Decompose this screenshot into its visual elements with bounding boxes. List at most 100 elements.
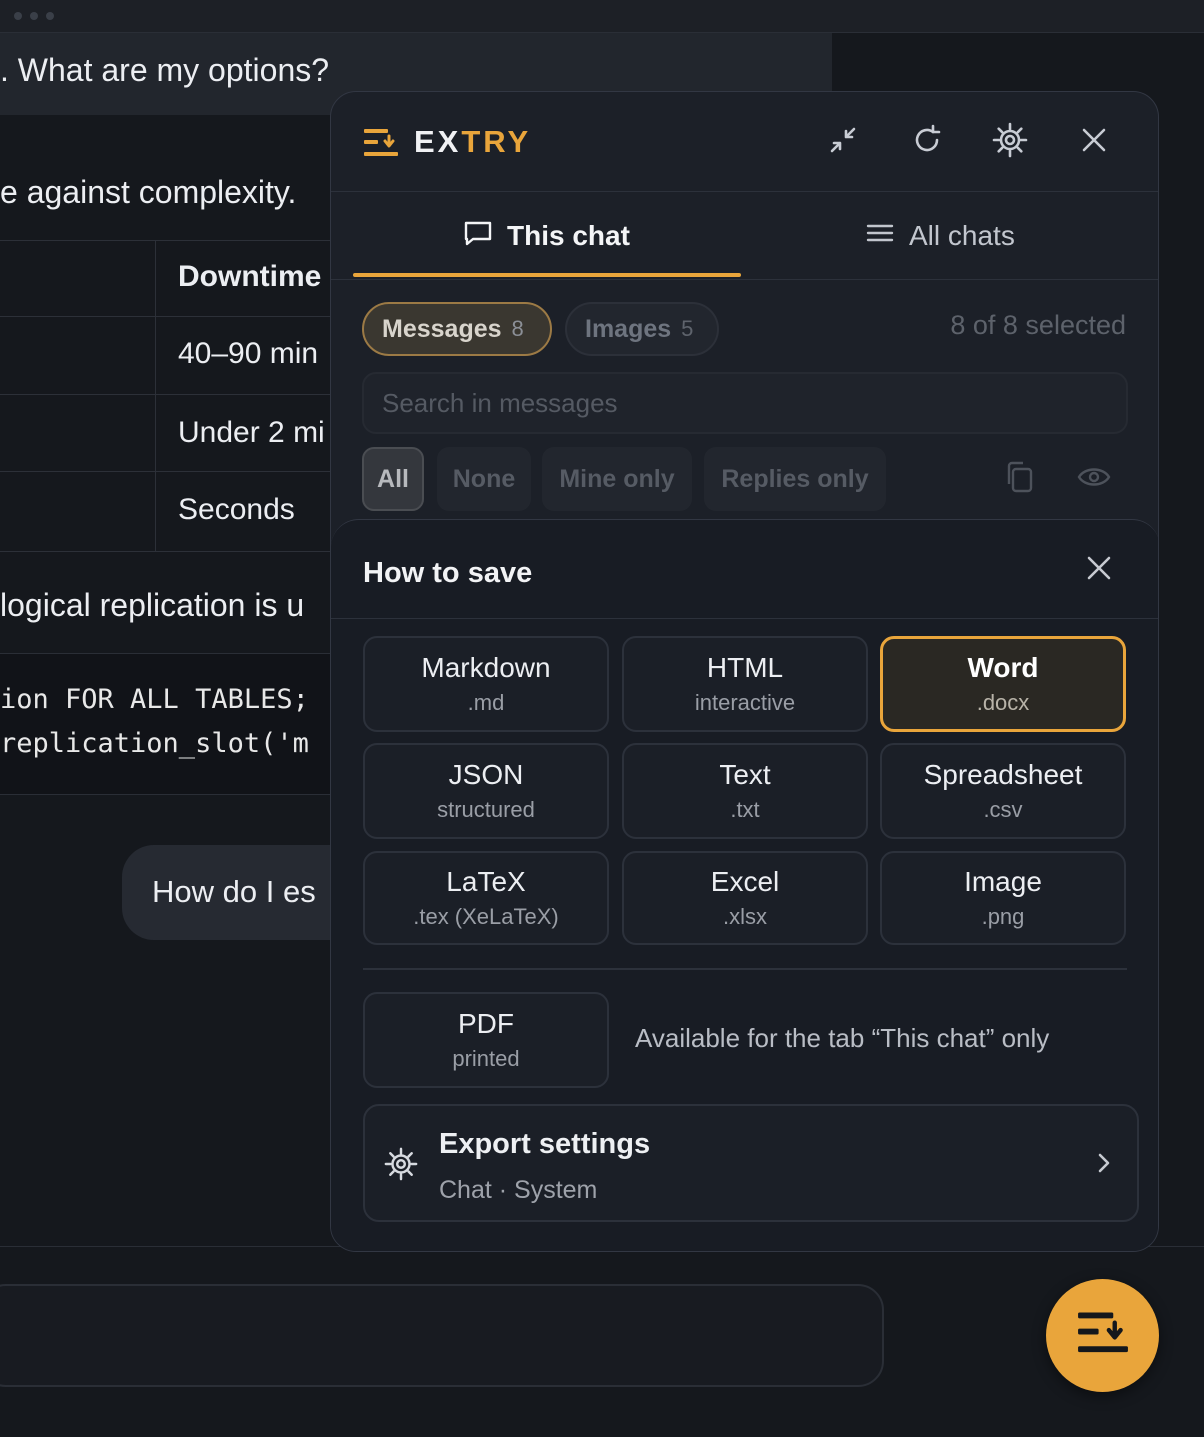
chat-message-text: . What are my options? — [0, 52, 330, 88]
format-ext: printed — [452, 1046, 520, 1071]
sheet-divider — [331, 618, 1158, 619]
format-name: Word — [967, 652, 1039, 683]
format-name: PDF — [458, 1008, 514, 1039]
preview-button[interactable] — [1074, 459, 1114, 499]
format-ext: .txt — [730, 797, 760, 822]
chip-images[interactable]: Images 5 — [565, 302, 719, 356]
selection-count: 8 of 8 selected — [950, 310, 1126, 340]
refresh-button[interactable] — [905, 120, 949, 164]
window-dot-icon — [14, 12, 22, 20]
list-icon — [865, 218, 895, 255]
export-settings-subtitle: Chat · System — [439, 1176, 598, 1204]
copy-icon — [1003, 460, 1035, 499]
format-name: Spreadsheet — [923, 759, 1083, 790]
format-ext: .docx — [976, 690, 1030, 715]
close-icon — [1086, 555, 1112, 586]
format-ext: .csv — [983, 797, 1023, 822]
format-name: Text — [719, 759, 771, 790]
table-cell: 40–90 min — [178, 337, 319, 370]
settings-gear-icon — [991, 121, 1029, 164]
format-grid-divider — [363, 968, 1127, 970]
table-header-cell: Downtime — [178, 260, 322, 293]
panel-header: EXTRY — [331, 92, 1158, 192]
tab-label: All chats — [909, 220, 1015, 251]
format-text-button[interactable]: Text .txt — [622, 743, 868, 839]
format-name: Image — [964, 866, 1042, 897]
refresh-icon — [911, 124, 943, 161]
format-image-button[interactable]: Image .png — [880, 851, 1126, 945]
panel-tabs: This chat All chats — [331, 192, 1158, 280]
format-json-button[interactable]: JSON structured — [363, 743, 609, 839]
extry-panel: EXTRY This chat All chats Messages 8 Ima… — [330, 91, 1159, 1252]
chip-label: Images — [585, 314, 672, 343]
format-spreadsheet-button[interactable]: Spreadsheet .csv — [880, 743, 1126, 839]
filter-all-button[interactable]: All — [362, 447, 424, 511]
search-input[interactable]: Search in messages — [362, 372, 1128, 434]
format-name: HTML — [706, 652, 784, 683]
chip-count: 8 — [511, 316, 524, 341]
filter-replies-only-button[interactable]: Replies only — [704, 447, 886, 511]
settings-button[interactable] — [988, 120, 1032, 164]
eye-icon — [1077, 465, 1111, 494]
chip-messages[interactable]: Messages 8 — [362, 302, 552, 356]
chevron-right-icon — [1089, 1148, 1119, 1178]
chat-message-text: logical replication is u — [0, 587, 305, 623]
format-ext: .xlsx — [723, 904, 767, 929]
format-pdf-button[interactable]: PDF printed — [363, 992, 609, 1088]
extry-logo-icon — [364, 128, 398, 158]
sheet-title: How to save — [363, 557, 533, 589]
tab-all-chats[interactable]: All chats — [865, 192, 1015, 280]
user-message-text: How do I es — [152, 874, 316, 909]
filter-mine-only-button[interactable]: Mine only — [542, 447, 692, 511]
brand-part-ex: EX — [414, 124, 462, 159]
format-ext: structured — [437, 797, 535, 822]
format-word-button[interactable]: Word .docx — [880, 636, 1126, 732]
format-ext: interactive — [694, 690, 796, 715]
format-ext: .md — [467, 690, 505, 715]
active-tab-indicator — [353, 273, 741, 277]
window-titlebar — [0, 0, 1204, 33]
minimize-icon — [828, 125, 858, 160]
format-latex-button[interactable]: LaTeX .tex (XeLaTeX) — [363, 851, 609, 945]
close-icon — [1080, 126, 1108, 159]
table-cell: Seconds — [178, 493, 295, 526]
format-markdown-button[interactable]: Markdown .md — [363, 636, 609, 732]
window-dot-icon — [46, 12, 54, 20]
chip-label: Messages — [382, 314, 502, 343]
format-ext: .png — [981, 904, 1025, 929]
chip-count: 5 — [681, 316, 694, 341]
export-settings-row[interactable]: Export settings Chat · System — [363, 1104, 1139, 1222]
table-row-divider — [0, 471, 340, 472]
filter-none-button[interactable]: None — [437, 447, 531, 511]
gear-icon — [381, 1144, 421, 1184]
code-line: ion FOR ALL TABLES; — [0, 684, 309, 715]
format-html-button[interactable]: HTML interactive — [622, 636, 868, 732]
brand-part-try: TRY — [461, 124, 532, 159]
tab-label: This chat — [507, 220, 630, 251]
how-to-save-sheet: How to save Markdown .md HTML interactiv… — [331, 519, 1158, 1251]
table-row-divider — [0, 394, 340, 395]
chat-composer-input[interactable] — [0, 1284, 884, 1387]
table-cell: Under 2 mi — [178, 416, 325, 449]
copy-button[interactable] — [999, 459, 1039, 499]
extry-logo-icon — [1077, 1311, 1128, 1360]
format-excel-button[interactable]: Excel .xlsx — [622, 851, 868, 945]
minimize-button[interactable] — [821, 120, 865, 164]
sheet-close-button[interactable] — [1079, 550, 1119, 590]
chat-bubble-icon — [463, 218, 493, 255]
code-block: ion FOR ALL TABLES; replication_slot('m — [0, 653, 340, 795]
format-name: Markdown — [421, 652, 551, 683]
export-settings-title: Export settings — [439, 1128, 651, 1160]
chat-message-text: e against complexity. — [0, 174, 297, 210]
format-name: LaTeX — [446, 866, 526, 897]
code-line: replication_slot('m — [0, 728, 309, 759]
extry-brand: EXTRY — [414, 124, 531, 160]
extry-fab-button[interactable] — [1046, 1279, 1159, 1392]
window-dot-icon — [30, 12, 38, 20]
format-name: JSON — [448, 759, 524, 790]
table-row-divider — [0, 316, 340, 317]
search-placeholder: Search in messages — [382, 387, 618, 418]
format-name: Excel — [710, 866, 780, 897]
tab-this-chat[interactable]: This chat — [463, 192, 630, 280]
close-panel-button[interactable] — [1072, 120, 1116, 164]
